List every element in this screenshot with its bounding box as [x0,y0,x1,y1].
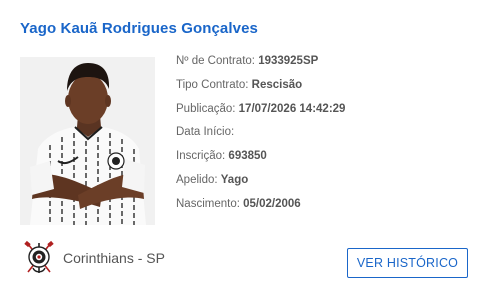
contract-type-label: Tipo Contrato: [176,78,252,91]
player-name: Yago Kauã Rodrigues Gonçalves [20,20,258,37]
publication-value: 17/07/2026 14:42:29 [238,102,346,115]
club-info: Corinthians - SP [22,240,165,276]
birth-date-value: 05/02/2006 [243,197,301,210]
birth-date-label: Nascimento: [176,197,244,210]
registration-row: Inscrição: 693850 [176,148,345,172]
contract-type-value: Rescisão [251,78,303,91]
nickname-value: Yago [220,173,249,186]
corinthians-crest-icon [24,240,54,273]
player-photo [20,57,155,225]
registration-value: 693850 [228,150,267,163]
start-date-row: Data Início: [176,124,345,148]
contract-number-value: 1933925SP [258,55,319,67]
contract-details: Nº de Contrato: 1933925SP Tipo Contrato:… [176,53,345,220]
start-date-label: Data Início: [176,126,235,139]
contract-type-row: Tipo Contrato: Rescisão [176,77,345,101]
club-name: Corinthians - SP [63,250,165,266]
publication-label: Publicação: [176,102,239,115]
nickname-row: Apelido: Yago [176,172,345,196]
player-card: Yago Kauã Rodrigues Gonçalves Nº de Cont… [0,0,487,299]
view-history-button[interactable]: VER HISTÓRICO [347,248,468,278]
registration-label: Inscrição: [176,150,229,163]
contract-number-row: Nº de Contrato: 1933925SP [176,53,345,77]
birth-date-row: Nascimento: 05/02/2006 [176,196,345,220]
publication-row: Publicação: 17/07/2026 14:42:29 [176,101,345,125]
nickname-label: Apelido: [176,173,221,186]
contract-number-label: Nº de Contrato: [176,55,259,67]
player-photo-image [20,57,155,225]
